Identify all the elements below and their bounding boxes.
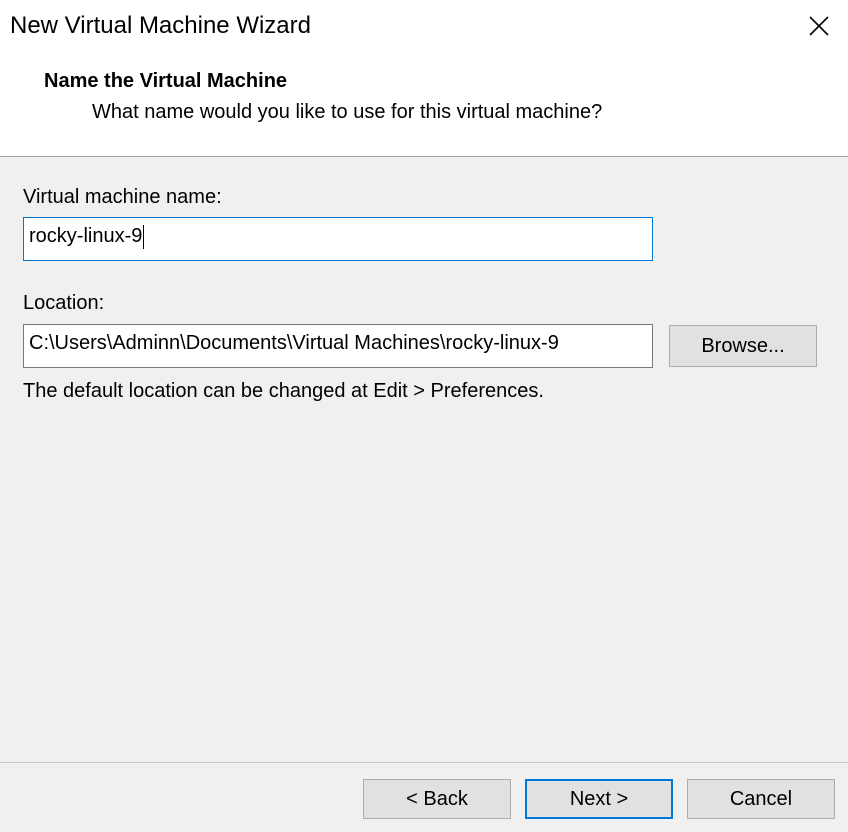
close-icon	[809, 16, 829, 36]
page-subtitle: What name would you like to use for this…	[92, 101, 603, 123]
back-button[interactable]: < Back	[363, 779, 511, 819]
cancel-button[interactable]: Cancel	[687, 779, 835, 819]
next-button[interactable]: Next >	[525, 779, 673, 819]
text-caret	[143, 224, 145, 249]
footer-divider	[0, 762, 848, 763]
page-title: Name the Virtual Machine	[44, 70, 288, 92]
location-hint: The default location can be changed at E…	[23, 380, 544, 402]
location-label: Location:	[23, 292, 105, 314]
location-value: C:\Users\Adminn\Documents\Virtual Machin…	[29, 332, 559, 354]
location-input[interactable]: C:\Users\Adminn\Documents\Virtual Machin…	[23, 324, 653, 368]
title-bar: New Virtual Machine Wizard	[0, 0, 848, 52]
browse-button[interactable]: Browse...	[669, 325, 817, 367]
vm-name-value: rocky-linux-9	[29, 225, 143, 247]
wizard-header: Name the Virtual Machine What name would…	[0, 52, 848, 157]
vm-name-input[interactable]: rocky-linux-9	[23, 217, 653, 261]
close-button[interactable]	[790, 0, 848, 52]
vm-name-label: Virtual machine name:	[23, 186, 222, 208]
window-title: New Virtual Machine Wizard	[10, 12, 311, 39]
